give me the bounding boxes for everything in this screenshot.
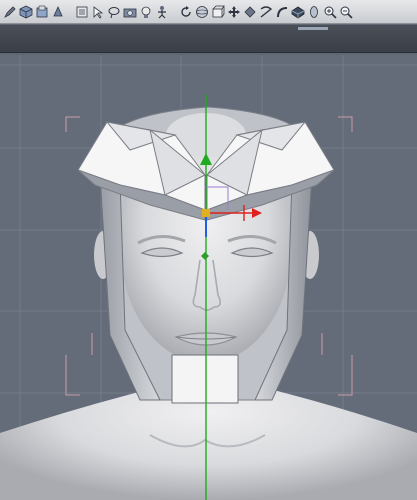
panel-resize-handle[interactable] [298, 27, 328, 30]
smooth-icon[interactable] [291, 4, 305, 20]
lasso-icon[interactable] [107, 4, 121, 20]
twist-icon[interactable] [259, 4, 273, 20]
3d-viewport[interactable] [0, 55, 417, 500]
move-icon[interactable] [227, 4, 241, 20]
light-icon[interactable] [139, 4, 153, 20]
viewport-scene [0, 55, 417, 500]
manipulator-center[interactable] [202, 209, 210, 217]
select-icon[interactable] [91, 4, 105, 20]
open-icon[interactable] [35, 4, 49, 20]
rotate-icon[interactable] [179, 4, 193, 20]
shape-icon[interactable] [307, 4, 321, 20]
edit-icon[interactable] [3, 4, 17, 20]
zoom-in-icon[interactable] [323, 4, 337, 20]
box-icon[interactable] [211, 4, 225, 20]
camera-icon[interactable] [123, 4, 137, 20]
neck-plate [171, 354, 239, 404]
cube-icon[interactable] [19, 4, 33, 20]
zoom-out-icon[interactable] [339, 4, 353, 20]
scale-icon[interactable] [243, 4, 257, 20]
document-tab-strip [0, 25, 417, 53]
sphere-icon[interactable] [195, 4, 209, 20]
pose-icon[interactable] [155, 4, 169, 20]
bend-icon[interactable] [275, 4, 289, 20]
list-icon[interactable] [75, 4, 89, 20]
paint-icon[interactable] [51, 4, 65, 20]
toolbar [0, 0, 417, 24]
